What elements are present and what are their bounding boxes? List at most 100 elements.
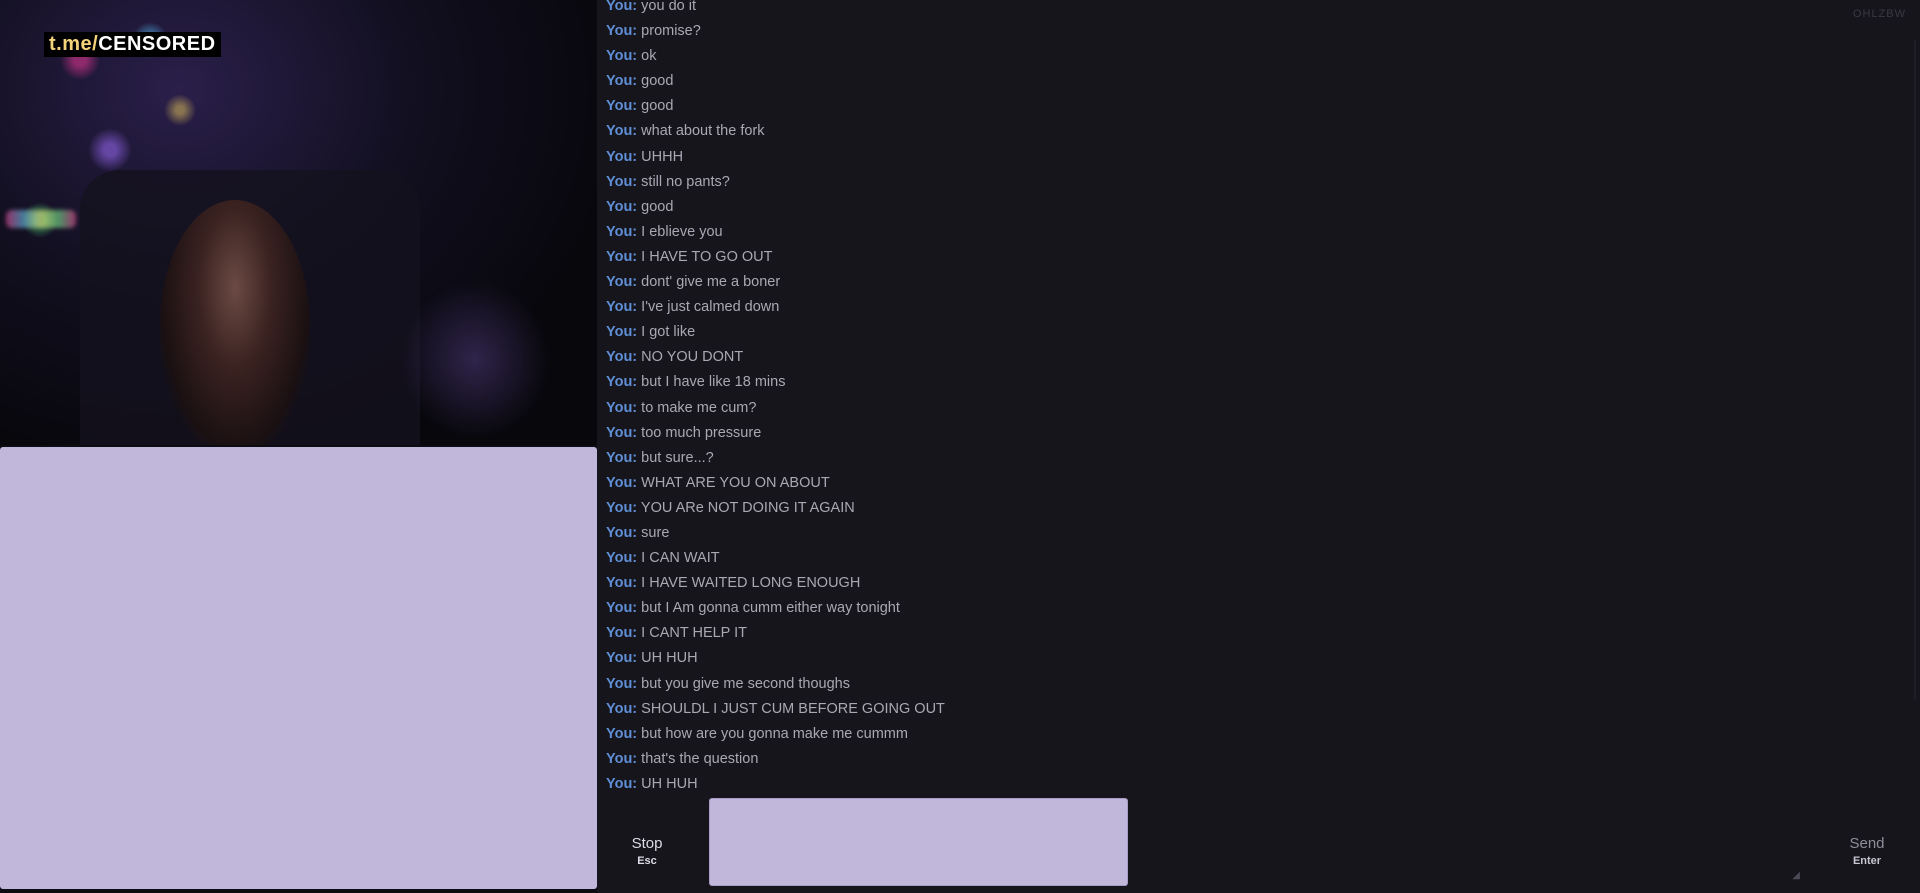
chat-message: You: that's the question	[606, 747, 1886, 772]
message-sender: You:	[606, 700, 638, 717]
chat-log: You: you do it You: promise? You: ok You: g…	[606, 0, 1886, 797]
message-text: I HAVE TO GO OUT	[641, 248, 773, 265]
chat-message: You: but sure...?	[606, 446, 1886, 471]
message-sender: You:	[606, 424, 638, 441]
chat-message: You: UH HUH	[606, 772, 1886, 797]
send-button[interactable]: Send Enter	[1832, 835, 1902, 881]
message-text: I've just calmed down	[641, 299, 780, 316]
message-text: too much pressure	[641, 424, 762, 441]
message-sender: You:	[606, 0, 638, 14]
chat-message: You: UHHH	[606, 145, 1886, 170]
chat-message: You: sure	[606, 521, 1886, 546]
message-text: good	[641, 98, 674, 115]
message-text: UH HUH	[641, 650, 698, 667]
message-sender: You:	[606, 625, 638, 642]
message-sender: You:	[606, 73, 638, 90]
message-sender: You:	[606, 725, 638, 742]
chat-message: You: too much pressure	[606, 421, 1886, 446]
chat-message: You: I HAVE WAITED LONG ENOUGH	[606, 571, 1886, 596]
message-text: NO YOU DONT	[641, 349, 744, 366]
chat-message: You: UH HUH	[606, 646, 1886, 671]
chat-message: You: I've just calmed down	[606, 295, 1886, 320]
chat-message: You: good	[606, 195, 1886, 220]
watermark: t.me/CENSORED	[44, 32, 221, 57]
message-text: that's the question	[641, 750, 759, 767]
chat-message: You: still no pants?	[606, 170, 1886, 195]
message-sender: You:	[606, 98, 638, 115]
message-text: but you give me second thoughs	[641, 675, 850, 692]
message-text: dont' give me a boner	[641, 274, 781, 291]
message-sender: You:	[606, 474, 638, 491]
message-text: I eblieve you	[641, 223, 723, 240]
message-text: sure	[641, 524, 670, 541]
message-text: but I Am gonna cumm either way tonight	[641, 600, 900, 617]
chat-message: You: but how are you gonna make me cummm	[606, 722, 1886, 747]
chat-message: You: I CANT HELP IT	[606, 621, 1886, 646]
stranger-video: t.me/CENSORED	[0, 0, 597, 445]
message-text: what about the fork	[641, 123, 765, 140]
decor-light-strip	[6, 210, 76, 228]
watermark-text: CENSORED	[98, 33, 216, 55]
message-sender: You:	[606, 198, 638, 215]
message-text: good	[641, 73, 674, 90]
message-sender: You:	[606, 223, 638, 240]
chat-message: You: dont' give me a boner	[606, 270, 1886, 295]
message-text: to make me cum?	[641, 399, 757, 416]
ambient-glow	[400, 280, 550, 440]
message-sender: You:	[606, 399, 638, 416]
watermark-prefix: t.me/	[49, 33, 99, 55]
message-text: ok	[641, 48, 657, 65]
stranger-person	[160, 200, 310, 445]
chat-message: You: but you give me second thoughs	[606, 672, 1886, 697]
chat-message: You: NO YOU DONT	[606, 345, 1886, 370]
message-input[interactable]	[709, 798, 1128, 886]
chat-message: You: I got like	[606, 320, 1886, 345]
message-sender: You:	[606, 650, 638, 667]
message-sender: You:	[606, 48, 638, 65]
message-sender: You:	[606, 675, 638, 692]
chat-message: You: to make me cum?	[606, 396, 1886, 421]
message-sender: You:	[606, 148, 638, 165]
message-sender: You:	[606, 775, 638, 792]
stop-button-label: Stop	[631, 835, 663, 852]
message-text: but sure...?	[641, 449, 714, 466]
message-text: promise?	[641, 23, 701, 40]
message-sender: You:	[606, 550, 638, 567]
resize-handle-icon[interactable]: ◢	[1792, 870, 1800, 881]
chat-message: You: I CAN WAIT	[606, 546, 1886, 571]
chat-message: You: good	[606, 94, 1886, 119]
message-text: I CAN WAIT	[641, 550, 720, 567]
chat-column: OHLZBW You: you do it You: promise? You: o…	[597, 0, 1920, 893]
message-sender: You:	[606, 248, 638, 265]
message-sender: You:	[606, 274, 638, 291]
message-sender: You:	[606, 349, 638, 366]
self-video-placeholder	[0, 447, 597, 889]
message-text: UH HUH	[641, 775, 698, 792]
send-button-shortcut: Enter	[1852, 855, 1882, 867]
message-sender: You:	[606, 299, 638, 316]
message-sender: You:	[606, 524, 638, 541]
chat-message: You: SHOULDL I JUST CUM BEFORE GOING OUT	[606, 697, 1886, 722]
chat-message: You: WHAT ARE YOU ON ABOUT	[606, 471, 1886, 496]
message-sender: You:	[606, 173, 638, 190]
chat-message: You: YOU ARe NOT DOING IT AGAIN	[606, 496, 1886, 521]
message-text: UHHH	[641, 148, 684, 165]
chat-scrollbar[interactable]	[1914, 40, 1916, 700]
chat-message: You: but I Am gonna cumm either way toni…	[606, 596, 1886, 621]
composer: Stop Esc ◢ Send Enter	[597, 795, 1920, 893]
chat-message: You: but I have like 18 mins	[606, 370, 1886, 395]
message-text: but how are you gonna make me cummm	[641, 725, 908, 742]
message-text: still no pants?	[641, 173, 730, 190]
chat-message: You: I HAVE TO GO OUT	[606, 245, 1886, 270]
chat-message: You: I eblieve you	[606, 220, 1886, 245]
message-sender: You:	[606, 750, 638, 767]
chat-message: You: you do it	[606, 0, 1886, 19]
message-text: I got like	[641, 324, 696, 341]
message-sender: You:	[606, 449, 638, 466]
message-text: but I have like 18 mins	[641, 374, 786, 391]
stop-button[interactable]: Stop Esc	[611, 835, 683, 881]
send-button-label: Send	[1849, 835, 1885, 852]
chat-message: You: promise?	[606, 19, 1886, 44]
message-sender: You:	[606, 600, 638, 617]
message-text: SHOULDL I JUST CUM BEFORE GOING OUT	[641, 700, 945, 717]
